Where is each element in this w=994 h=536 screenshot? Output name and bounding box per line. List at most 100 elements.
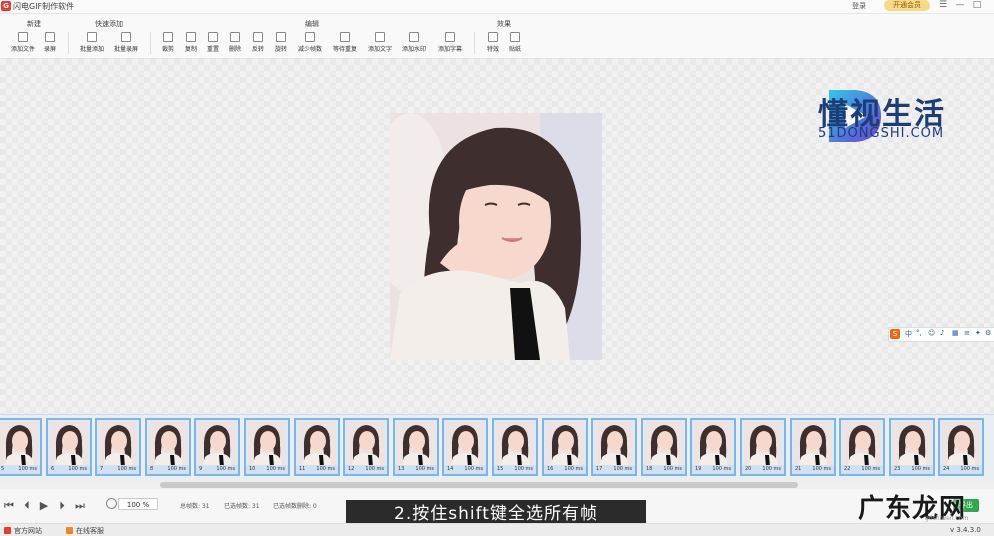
reduce-frames-button[interactable]: 减少帧数 [294,32,326,53]
total-frames: 总帧数: 31 [180,503,210,510]
frame-image [744,421,782,467]
wait-repeat-button[interactable]: 等待重复 [329,32,361,53]
frame-thumbnail[interactable]: 23 100 ms [889,418,935,476]
toolbar-divider [68,32,69,54]
frame-number: 16 [547,466,554,472]
frame-number: 7 [100,466,104,472]
frame-duration: 100 ms [613,466,632,472]
status-bar: 官方网站 在线客服 v 3.4.3.0 [0,523,994,536]
frame-number: 15 [497,466,504,472]
maximize-icon[interactable]: □ [970,0,984,10]
scrollbar-thumb[interactable] [160,482,798,488]
subtitle-icon [445,32,455,42]
add-watermark-button[interactable]: 添加水印 [398,32,430,53]
batch-record-button[interactable]: 批量录屏 [110,32,142,53]
frame-caption: 22 100 ms [841,465,883,474]
delete-icon [230,32,240,42]
frame-thumbnail[interactable]: 8 100 ms [145,418,191,476]
frame-thumbnail[interactable]: 15 100 ms [492,418,538,476]
frame-thumbnail[interactable]: 24 100 ms [938,418,984,476]
frame-thumbnail[interactable]: 5 100 ms [0,418,42,476]
site-watermark-domain: gdshiwen.com [925,515,969,522]
settings-icon[interactable]: ⚙ [985,329,991,337]
selected-frames: 已选帧数: 31 [224,503,260,510]
girl-portrait-image [390,113,602,360]
frame-thumbnail[interactable]: 16 100 ms [542,418,588,476]
frame-image [546,421,584,467]
wait-repeat-icon [340,32,350,42]
frame-caption: 13 100 ms [395,465,437,474]
frame-thumbnail[interactable]: 7 100 ms [95,418,141,476]
sogou-icon[interactable]: S [890,329,900,339]
toolbox-icon[interactable]: ≡ [964,329,970,337]
emoji-icon[interactable]: ☺ [928,329,935,337]
add-subtitle-button[interactable]: 添加字幕 [434,32,466,53]
frame-thumbnail[interactable]: 22 100 ms [839,418,885,476]
deleted-frames: 已选帧数删除: 0 [273,503,317,510]
voice-icon[interactable]: ♪ [940,329,944,337]
keyboard-icon[interactable]: ▦ [952,329,959,337]
group-title-quick-add: 快速添加 [95,20,123,28]
frame-duration: 100 ms [117,466,136,472]
frame-number: 19 [695,466,702,472]
frame-caption: 17 100 ms [593,465,635,474]
frame-number: 24 [943,466,950,472]
play-button[interactable]: ▶ [37,499,51,512]
minimize-icon[interactable]: — [953,0,967,10]
frame-caption: 20 100 ms [742,465,784,474]
batch-add-button[interactable]: 批量添加 [76,32,108,53]
ime-toolbar[interactable]: S 中 °, ☺ ♪ ▦ ≡ ✦ ⚙ [888,327,994,342]
frame-image [298,421,336,467]
frame-thumbnail[interactable]: 14 100 ms [442,418,488,476]
gif-preview-image[interactable] [390,113,602,360]
frame-thumbnail[interactable]: 12 100 ms [343,418,389,476]
frame-number: 14 [447,466,454,472]
frame-number: 11 [299,466,306,472]
frame-thumbnail[interactable]: 13 100 ms [393,418,439,476]
effects-icon [488,32,498,42]
frame-thumbnail[interactable]: 10 100 ms [244,418,290,476]
previous-frame-button[interactable]: ⏴ [20,499,34,513]
app-logo-icon: G [1,1,11,11]
zoom-input[interactable]: 100 % [118,498,158,510]
frame-thumbnail[interactable]: 17 100 ms [591,418,637,476]
record-screen-button[interactable]: 录屏 [34,32,66,53]
first-frame-button[interactable]: ⏮ [2,499,16,513]
frame-image [496,421,534,467]
next-frame-button[interactable]: ⏵ [55,499,69,513]
sticker-button[interactable]: 贴纸 [499,32,531,53]
add-text-button[interactable]: 添加文字 [364,32,396,53]
toolbar: 新建 快速添加 编辑 效果 添加文件 录屏 批量添加 批量录屏 裁剪 复制 重置… [0,14,994,59]
frame-caption: 15 100 ms [494,465,536,474]
group-title-effects: 效果 [497,20,511,28]
punctuation-icon[interactable]: °, [916,329,922,337]
frame-strip[interactable]: 5 100 ms 6 100 ms 7 100 ms 8 100 ms 9 100 ms 10 100… [0,414,994,481]
editor-canvas[interactable]: 懂视生活 51DONGSHI.COM [0,59,994,414]
frame-thumbnail[interactable]: 18 100 ms [641,418,687,476]
skin-icon[interactable]: ✦ [975,329,981,337]
frame-number: 21 [795,466,802,472]
frame-thumbnail[interactable]: 19 100 ms [690,418,736,476]
frame-number: 17 [596,466,603,472]
group-title-new: 新建 [27,20,41,28]
frame-duration: 100 ms [68,466,87,472]
app-title: 闪电GIF制作软件 [13,2,75,11]
watermark-domain: 51DONGSHI.COM [818,126,945,141]
frame-thumbnail[interactable]: 6 100 ms [46,418,92,476]
frame-image [347,421,385,467]
frame-duration: 100 ms [415,466,434,472]
frame-number: 6 [51,466,55,472]
frame-thumbnail[interactable]: 9 100 ms [194,418,240,476]
frame-image [248,421,286,467]
group-title-edit: 编辑 [305,20,319,28]
frame-thumbnail[interactable]: 11 100 ms [294,418,340,476]
rotate-button[interactable]: 旋转 [265,32,297,53]
menu-icon[interactable]: ☰ [936,0,950,10]
frame-thumbnail[interactable]: 20 100 ms [740,418,786,476]
ime-chinese-mode[interactable]: 中 [905,329,912,339]
vip-button[interactable]: 开通会员 [884,0,930,11]
frame-image [99,421,137,467]
last-frame-button[interactable]: ⏭ [73,499,87,513]
login-link[interactable]: 登录 [852,1,866,11]
frame-thumbnail[interactable]: 21 100 ms [790,418,836,476]
